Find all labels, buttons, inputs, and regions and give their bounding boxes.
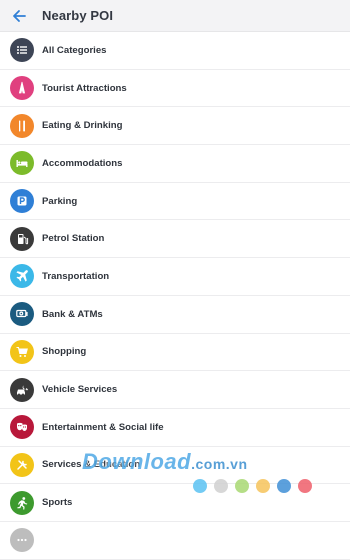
category-item-transportation[interactable]: Transportation (0, 258, 350, 296)
category-label: Vehicle Services (42, 384, 118, 396)
category-item-services-education[interactable]: Services & Education (0, 447, 350, 485)
category-icon-badge (10, 226, 34, 251)
category-icon-badge (10, 415, 34, 440)
category-label: Sports (42, 497, 73, 509)
category-icon-badge (10, 151, 34, 176)
category-icon-badge (10, 339, 34, 364)
category-item-eating-drinking[interactable]: Eating & Drinking (0, 107, 350, 146)
arrow-left-icon (13, 9, 26, 22)
car-wrench-icon (17, 385, 28, 396)
parking-icon (17, 196, 27, 206)
category-label: Bank & ATMs (42, 308, 103, 320)
category-label: Services & Education (42, 459, 141, 471)
category-icon-badge (10, 490, 34, 515)
category-label: Parking (42, 195, 78, 207)
category-label: Transportation (42, 270, 110, 282)
fork-knife-icon (19, 120, 25, 132)
category-label: Petrol Station (42, 233, 105, 245)
page-title: Nearby POI (42, 8, 114, 23)
masks-icon (17, 423, 27, 432)
category-item-bank-atms[interactable]: Bank & ATMs (0, 296, 350, 334)
category-icon-badge (10, 302, 34, 327)
tools-icon (17, 460, 27, 470)
fuel-pump-icon (18, 233, 29, 245)
category-icon-badge (10, 452, 34, 477)
back-button[interactable] (9, 6, 29, 26)
category-item-all-categories[interactable]: All Categories (0, 32, 350, 70)
app-header: Nearby POI (0, 0, 350, 32)
bed-icon (16, 160, 28, 168)
category-icon-badge (10, 113, 34, 138)
more-icon (17, 539, 27, 542)
category-item-accommodations[interactable]: Accommodations (0, 145, 350, 183)
money-icon (16, 310, 28, 318)
category-label: All Categories (42, 44, 107, 56)
category-item-tourist-attractions[interactable]: Tourist Attractions (0, 70, 350, 108)
category-icon-badge (10, 189, 34, 214)
category-label: Accommodations (42, 157, 123, 169)
category-icon-badge (10, 76, 34, 101)
landmark-icon (18, 81, 26, 94)
category-item-entertainment-social-life[interactable]: Entertainment & Social life (0, 409, 350, 447)
category-item-vehicle-services[interactable]: Vehicle Services (0, 371, 350, 409)
runner-icon (17, 496, 28, 510)
category-item-petrol-station[interactable]: Petrol Station (0, 220, 350, 259)
category-item-more[interactable] (0, 522, 350, 560)
list-icon (17, 46, 27, 55)
category-icon-badge (10, 38, 34, 63)
category-label: Shopping (42, 346, 87, 358)
category-item-parking[interactable]: Parking (0, 183, 350, 221)
category-list: All Categories Tourist Attractions Eatin… (0, 32, 350, 560)
category-icon-badge (10, 377, 34, 402)
category-label: Entertainment & Social life (42, 421, 164, 433)
category-label: Tourist Attractions (42, 82, 127, 94)
category-icon-badge (10, 528, 34, 553)
category-item-shopping[interactable]: Shopping (0, 334, 350, 372)
airplane-icon (16, 270, 28, 283)
category-label: Eating & Drinking (42, 120, 123, 132)
cart-icon (16, 346, 28, 357)
category-item-sports[interactable]: Sports (0, 484, 350, 522)
category-icon-badge (10, 264, 34, 289)
